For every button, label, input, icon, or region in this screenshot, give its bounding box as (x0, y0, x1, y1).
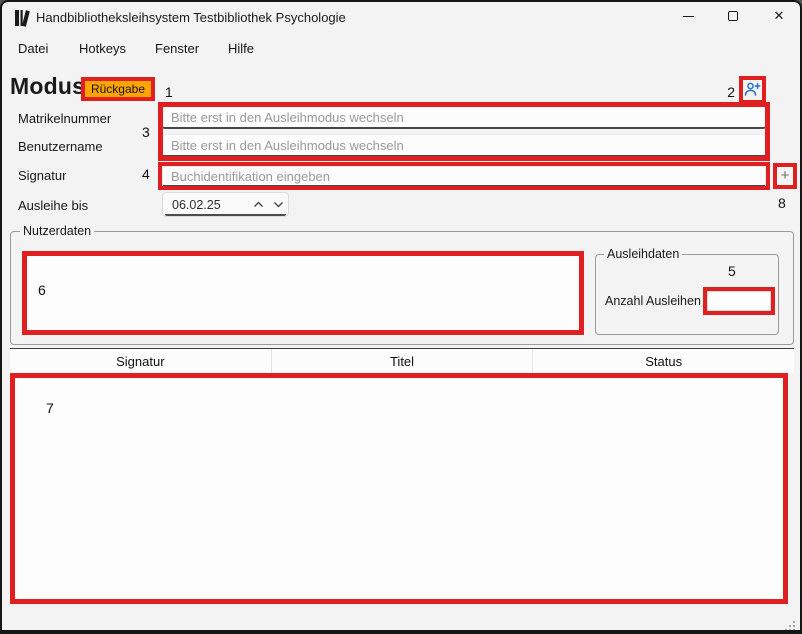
annotation-box-1: Rückgabe (81, 77, 155, 101)
page-title-modus: Modus (10, 73, 85, 100)
column-header-status[interactable]: Status (533, 349, 794, 373)
menu-fenster[interactable]: Fenster (155, 40, 199, 57)
menu-hotkeys[interactable]: Hotkeys (79, 40, 126, 57)
annotation-box-5 (703, 287, 775, 315)
app-books-icon (14, 9, 33, 32)
resize-grip-icon[interactable] (783, 619, 796, 634)
anzahl-ausleihen-field[interactable] (707, 291, 771, 311)
date-value: 06.02.25 (163, 198, 248, 212)
app-window: Handbibliotheksleihsystem Testbibliothek… (0, 0, 802, 634)
label-ausleihe-bis: Ausleihe bis (18, 198, 88, 213)
label-anzahl-ausleihen: Anzahl Ausleihen (605, 294, 701, 308)
label-matrikelnummer: Matrikelnummer (18, 111, 111, 126)
annotation-box-8: + (773, 163, 797, 189)
annotation-number-6: 6 (38, 282, 46, 298)
label-signatur: Signatur (18, 168, 66, 183)
table-header: Signatur Titel Status (10, 349, 794, 373)
annotation-number-1: 1 (165, 84, 173, 100)
annotation-number-2: 2 (721, 84, 735, 100)
close-icon: ✕ (774, 8, 785, 24)
matrikelnummer-input[interactable] (162, 106, 766, 129)
annotation-box-6-nutzerdaten-area (22, 251, 584, 335)
annotation-number-5: 5 (728, 263, 736, 279)
person-add-icon (744, 81, 761, 100)
add-user-button[interactable] (744, 81, 761, 100)
chevron-down-icon (273, 201, 284, 208)
date-spin-down-button[interactable] (268, 201, 288, 208)
column-header-titel[interactable]: Titel (272, 349, 534, 373)
annotation-number-4: 4 (142, 166, 150, 182)
label-benutzername: Benutzername (18, 139, 103, 154)
ausleihdaten-groupbox-title: Ausleihdaten (604, 247, 682, 261)
chevron-up-icon (253, 201, 264, 208)
close-button[interactable]: ✕ (765, 5, 793, 27)
mode-rueckgabe-button[interactable]: Rückgabe (85, 81, 151, 97)
maximize-button[interactable] (719, 5, 747, 27)
ausleihe-bis-date-picker[interactable]: 06.02.25 (162, 192, 289, 217)
nutzerdaten-groupbox-title: Nutzerdaten (20, 224, 94, 238)
signatur-input[interactable] (162, 166, 766, 187)
date-spin-up-button[interactable] (248, 201, 268, 208)
column-header-signatur[interactable]: Signatur (10, 349, 272, 373)
annotation-number-3: 3 (142, 124, 150, 140)
benutzername-input[interactable] (162, 134, 766, 157)
annotation-number-7: 7 (46, 400, 54, 416)
menu-datei[interactable]: Datei (18, 40, 48, 57)
add-signature-button[interactable]: + (777, 167, 793, 185)
maximize-icon (728, 11, 738, 21)
minimize-icon (683, 16, 694, 17)
annotation-box-7-table-body[interactable] (10, 373, 788, 604)
minimize-button[interactable] (674, 5, 702, 27)
annotation-number-8: 8 (778, 195, 786, 211)
menu-hilfe[interactable]: Hilfe (228, 40, 254, 57)
annotation-box-2 (739, 76, 766, 104)
window-title: Handbibliotheksleihsystem Testbibliothek… (36, 9, 346, 27)
